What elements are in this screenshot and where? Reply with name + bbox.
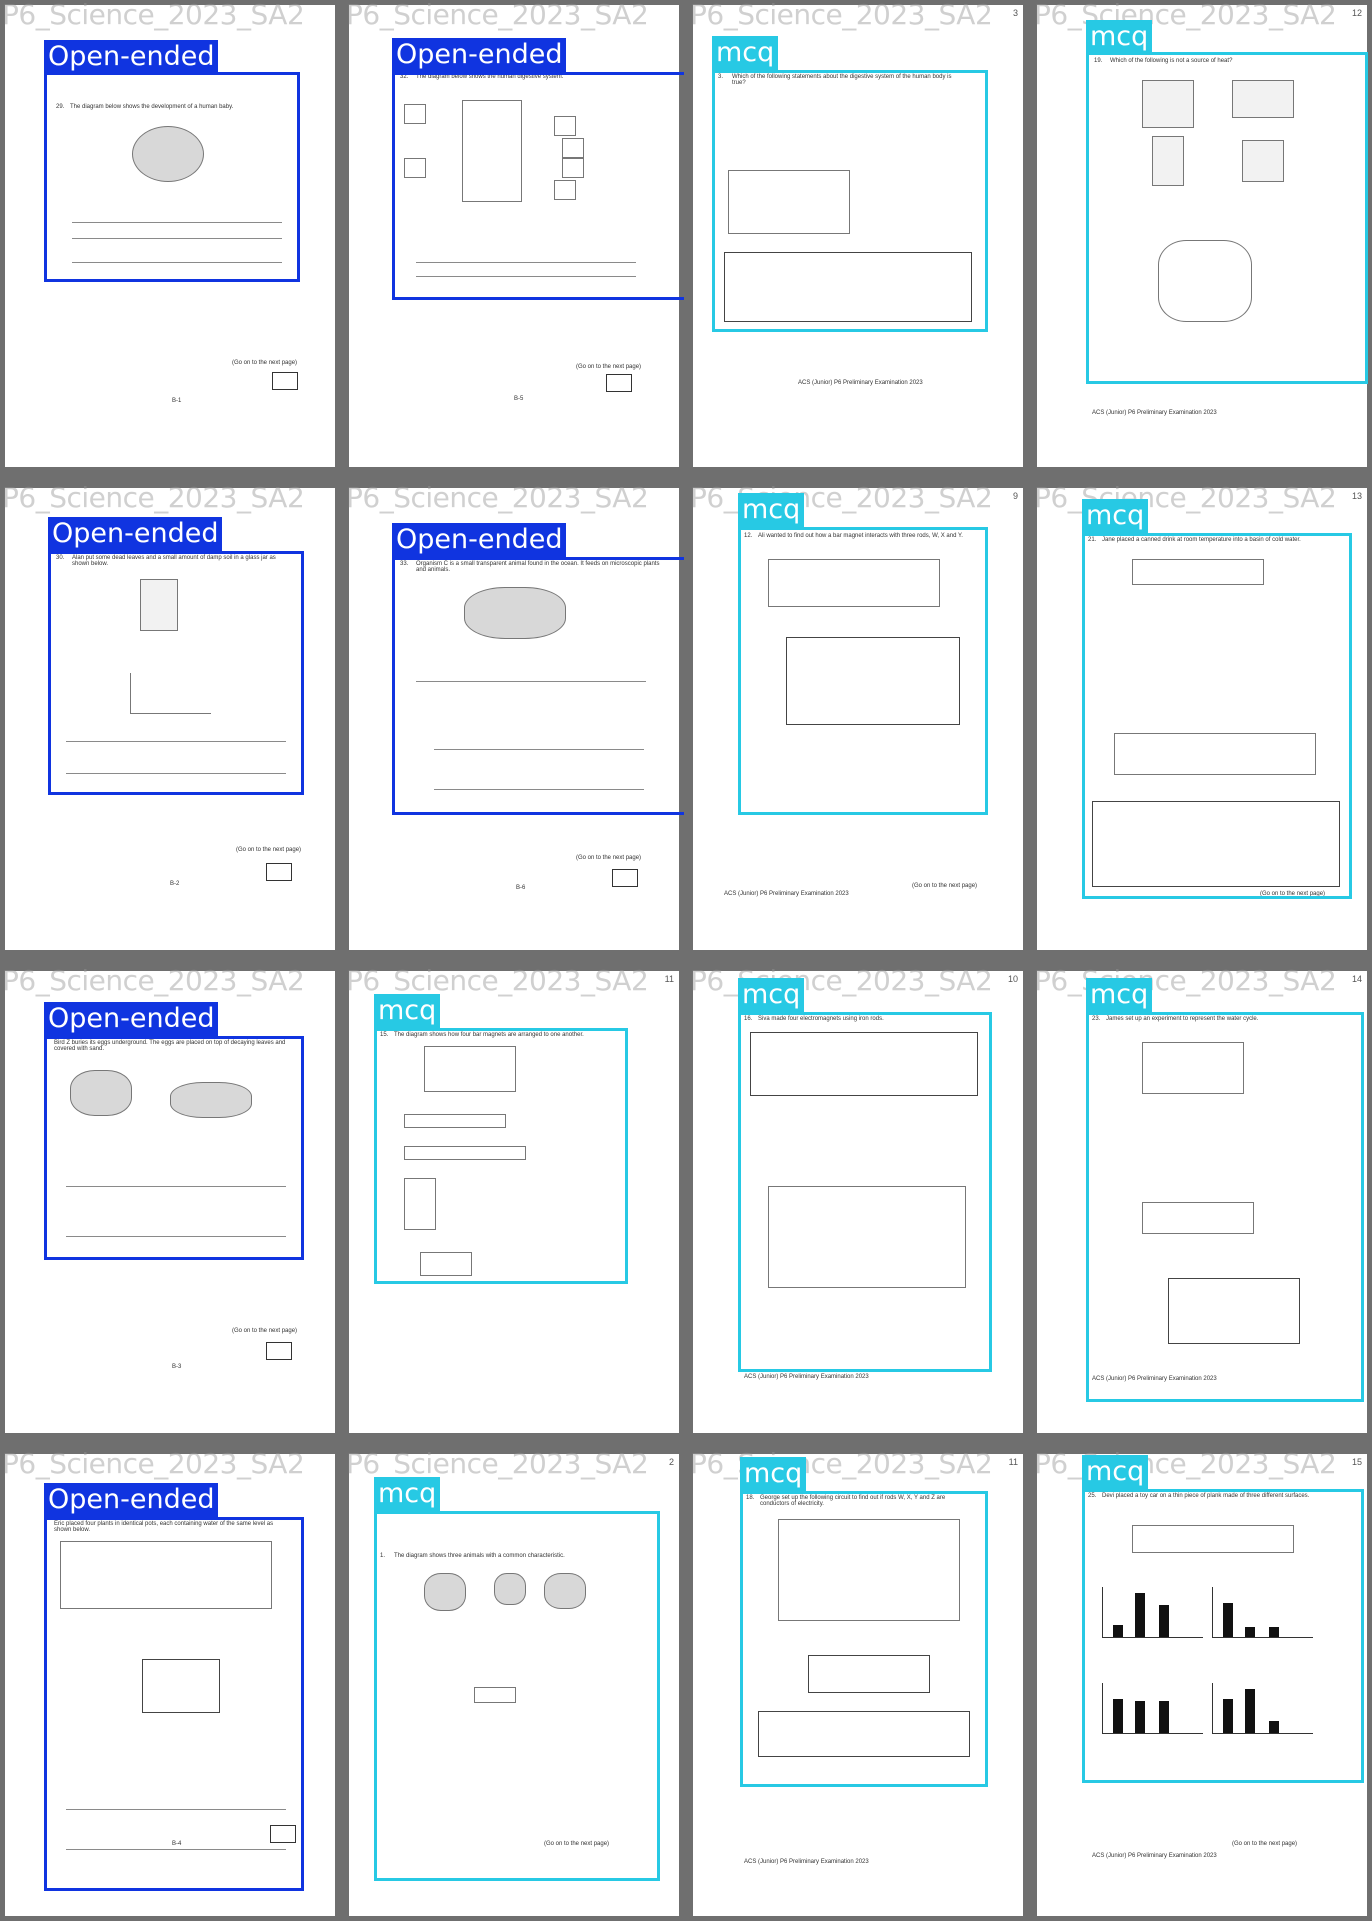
next-page-note: (Go on to the next page) — [912, 883, 978, 889]
question-box[interactable] — [1082, 533, 1352, 899]
question-box[interactable] — [392, 72, 684, 300]
page-tile-7: P6_Science_2023_SA2 9 mcq 12. Ali wanted… — [688, 483, 1028, 955]
question-type-label: mcq — [712, 36, 779, 70]
question-type-label: Open-ended — [44, 40, 219, 74]
file-name-watermark: P6_Science_2023_SA2 — [1034, 1449, 1337, 1480]
question-box[interactable] — [738, 527, 988, 815]
question-box[interactable] — [48, 551, 304, 795]
page-number: 10 — [1007, 974, 1018, 984]
page-tile-4: P6_Science_2023_SA2 12 mcq 19. Which of … — [1032, 0, 1372, 472]
footer-school: ACS (Junior) P6 Preliminary Examination … — [724, 891, 849, 897]
question-type-label: mcq — [1082, 1455, 1149, 1489]
question-box[interactable] — [44, 1517, 304, 1891]
file-name-watermark: P6_Science_2023_SA2 — [2, 0, 305, 31]
question-box[interactable] — [738, 1012, 992, 1372]
page-tile-2: P6_Science_2023_SA2 Open-ended 32. The d… — [344, 0, 684, 472]
page-tile-11: P6_Science_2023_SA2 10 mcq 16. Siva made… — [688, 966, 1028, 1438]
marks-box — [606, 374, 632, 392]
question-type-label: Open-ended — [44, 1483, 219, 1517]
file-name-watermark: P6_Science_2023_SA2 — [690, 0, 993, 31]
marks-box — [612, 869, 638, 887]
page-tile-10: P6_Science_2023_SA2 11 mcq 15. The diagr… — [344, 966, 684, 1438]
page-tile-3: P6_Science_2023_SA2 3 mcq 3. Which of th… — [688, 0, 1028, 472]
page-number: B-5 — [514, 396, 524, 402]
file-name-watermark: P6_Science_2023_SA2 — [2, 483, 305, 514]
question-box[interactable] — [712, 70, 988, 332]
file-name-watermark: P6_Science_2023_SA2 — [346, 483, 649, 514]
file-name-watermark: P6_Science_2023_SA2 — [1034, 966, 1337, 997]
question-type-label: mcq — [1082, 499, 1149, 533]
question-type-label: mcq — [738, 493, 805, 527]
file-name-watermark: P6_Science_2023_SA2 — [1034, 483, 1337, 514]
next-page-note: (Go on to the next page) — [1232, 1841, 1298, 1847]
question-type-label: mcq — [374, 1477, 441, 1511]
file-name-watermark: P6_Science_2023_SA2 — [1034, 0, 1337, 31]
file-name-watermark: P6_Science_2023_SA2 — [346, 966, 649, 997]
question-box[interactable] — [44, 1036, 304, 1260]
page-number: B-2 — [170, 881, 180, 887]
file-name-watermark: P6_Science_2023_SA2 — [690, 1449, 993, 1480]
question-box[interactable] — [740, 1491, 988, 1787]
question-box[interactable] — [392, 557, 684, 815]
question-type-label: Open-ended — [392, 523, 567, 557]
next-page-note: (Go on to the next page) — [232, 1328, 298, 1334]
marks-box — [272, 372, 298, 390]
next-page-note: (Go on to the next page) — [236, 847, 302, 853]
page-number: B-3 — [172, 1364, 182, 1370]
question-type-label: mcq — [738, 978, 805, 1012]
file-name-watermark: P6_Science_2023_SA2 — [346, 1449, 649, 1480]
question-box[interactable] — [1086, 1012, 1364, 1402]
page-tile-12: P6_Science_2023_SA2 14 mcq 23. James set… — [1032, 966, 1372, 1438]
page-tile-1: P6_Science_2023_SA2 Open-ended 29. The d… — [0, 0, 340, 472]
question-box[interactable] — [1086, 52, 1368, 384]
file-name-watermark: P6_Science_2023_SA2 — [2, 966, 305, 997]
page-tile-16: P6_Science_2023_SA2 15 mcq 25. Devi plac… — [1032, 1449, 1372, 1921]
question-type-label: Open-ended — [48, 517, 223, 551]
page-tile-14: P6_Science_2023_SA2 2 mcq 1. The diagram… — [344, 1449, 684, 1921]
footer-school: ACS (Junior) P6 Preliminary Examination … — [744, 1374, 869, 1380]
footer-school: ACS (Junior) P6 Preliminary Examination … — [1092, 1853, 1217, 1859]
page-tile-6: P6_Science_2023_SA2 Open-ended 33. Organ… — [344, 483, 684, 955]
footer-school: ACS (Junior) P6 Preliminary Examination … — [1092, 410, 1217, 416]
next-page-note: (Go on to the next page) — [232, 360, 298, 366]
page-tile-15: P6_Science_2023_SA2 11 mcq 18. George se… — [688, 1449, 1028, 1921]
question-box[interactable] — [374, 1028, 628, 1284]
page-number: 11 — [1008, 1457, 1018, 1467]
page-number: B-1 — [172, 398, 182, 404]
file-name-watermark: P6_Science_2023_SA2 — [2, 1449, 305, 1480]
question-box[interactable] — [374, 1511, 660, 1881]
marks-box — [266, 1342, 292, 1360]
page-number: 12 — [1351, 8, 1362, 18]
question-box[interactable] — [44, 72, 300, 282]
next-page-note: (Go on to the next page) — [576, 855, 642, 861]
page-number: B-6 — [516, 885, 526, 891]
page-tile-13: P6_Science_2023_SA2 Open-ended Eric plac… — [0, 1449, 340, 1921]
file-name-watermark: P6_Science_2023_SA2 — [690, 966, 993, 997]
footer-school: ACS (Junior) P6 Preliminary Examination … — [798, 380, 923, 386]
question-type-label: mcq — [374, 994, 441, 1028]
marks-box — [266, 863, 292, 881]
page-number: 2 — [668, 1457, 674, 1467]
page-number: 11 — [664, 974, 674, 984]
file-name-watermark: P6_Science_2023_SA2 — [346, 0, 649, 31]
question-type-label: Open-ended — [392, 38, 567, 72]
question-type-label: mcq — [740, 1457, 807, 1491]
page-tile-9: P6_Science_2023_SA2 Open-ended Bird Z bu… — [0, 966, 340, 1438]
page-number: 15 — [1351, 1457, 1362, 1467]
next-page-note: (Go on to the next page) — [576, 364, 642, 370]
question-type-label: mcq — [1086, 20, 1153, 54]
footer-school: ACS (Junior) P6 Preliminary Examination … — [744, 1859, 869, 1865]
page-number: 9 — [1012, 491, 1018, 501]
question-type-label: mcq — [1086, 978, 1153, 1012]
page-number: 13 — [1351, 491, 1362, 501]
page-tile-8: P6_Science_2023_SA2 13 mcq 21. Jane plac… — [1032, 483, 1372, 955]
page-number: 3 — [1012, 8, 1018, 18]
question-box[interactable] — [1082, 1489, 1364, 1783]
file-name-watermark: P6_Science_2023_SA2 — [690, 483, 993, 514]
page-number: 14 — [1351, 974, 1362, 984]
page-tile-5: P6_Science_2023_SA2 Open-ended 30. Alan … — [0, 483, 340, 955]
question-type-label: Open-ended — [44, 1002, 219, 1036]
